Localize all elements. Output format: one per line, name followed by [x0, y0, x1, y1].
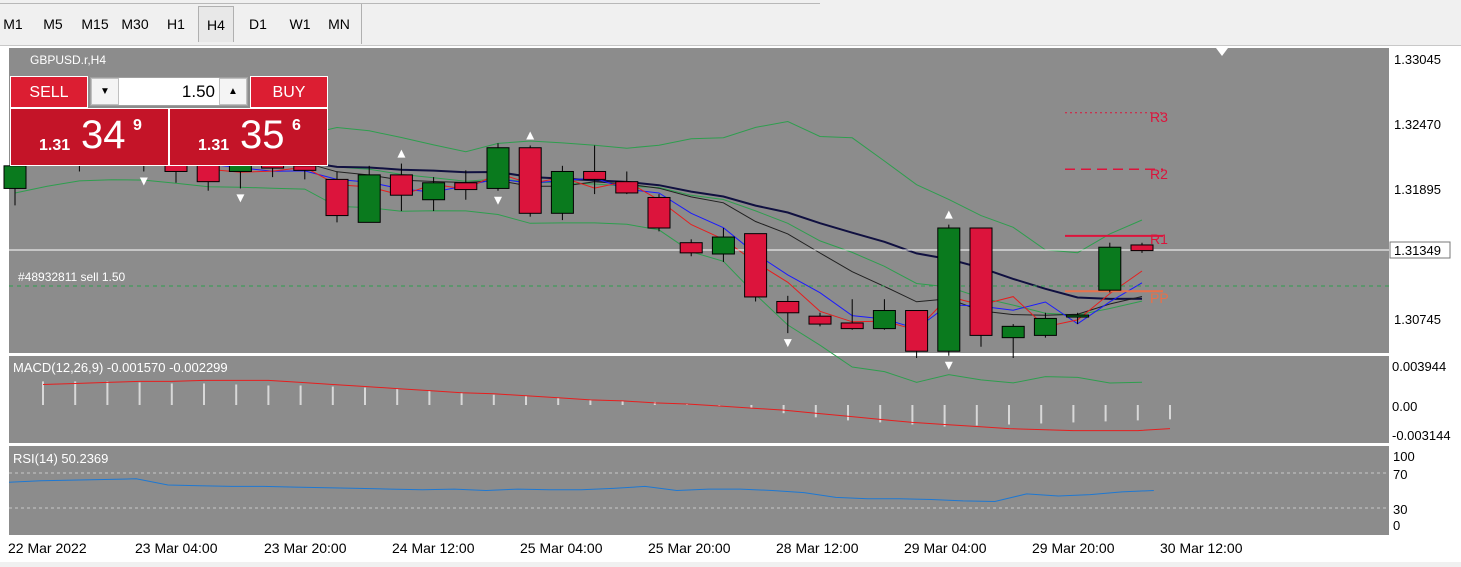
candle-body	[550, 170, 574, 214]
one-click-trading-panel: SELL ▼ ▲ BUY 1.31 34 9 1.31 35 6	[10, 76, 328, 166]
candle-body	[744, 233, 768, 298]
candle-body	[872, 310, 896, 330]
time-axis-label: 29 Mar 04:00	[904, 540, 987, 556]
price-axis-label: 1.30745	[1394, 312, 1441, 327]
volume-decrease-button[interactable]: ▼	[91, 78, 119, 105]
rsi-axis-label: 0	[1393, 518, 1400, 533]
timeframe-toolbar: M1 M5 M15 M30 H1 H4 D1 W1 MN	[0, 0, 1461, 46]
toolbar-top-border	[0, 0, 820, 4]
candle-body	[1001, 325, 1025, 339]
candle-body	[937, 227, 961, 352]
time-axis-label: 23 Mar 20:00	[264, 540, 347, 556]
macd-axis-label: -0.003144	[1392, 428, 1451, 443]
candle-body	[1066, 314, 1090, 318]
time-axis-label: 22 Mar 2022	[8, 540, 87, 556]
timeframe-h4[interactable]: H4	[198, 6, 234, 42]
candle-body	[840, 322, 864, 330]
sell-price-prefix: 1.31	[39, 137, 71, 154]
candle-body	[389, 174, 413, 196]
candle-body	[679, 242, 703, 254]
buy-price-prefix: 1.31	[198, 137, 230, 154]
time-axis-label: 25 Mar 04:00	[520, 540, 603, 556]
candle-body	[711, 236, 735, 255]
candle-body	[905, 310, 929, 352]
buy-price-fraction: 6	[292, 117, 301, 134]
pivot-label-r2: R2	[1150, 166, 1168, 182]
time-axis-label: 23 Mar 04:00	[135, 540, 218, 556]
candle-body	[196, 163, 220, 183]
buy-price-pips: 35	[240, 113, 285, 157]
sell-price-pips: 34	[81, 113, 126, 157]
current-price-label: 1.31349	[1394, 243, 1441, 258]
candle-body	[325, 178, 349, 217]
rsi-axis-label: 30	[1393, 502, 1407, 517]
volume-input[interactable]	[121, 80, 217, 103]
sell-button[interactable]: SELL	[10, 76, 88, 108]
time-axis-label: 29 Mar 20:00	[1032, 540, 1115, 556]
pivot-label-r1: R1	[1150, 231, 1168, 247]
macd-axis-label: 0.00	[1392, 399, 1417, 414]
candle-body	[1033, 317, 1057, 336]
rsi-axis-label: 70	[1393, 467, 1407, 482]
pivot-label-pp: PP	[1150, 290, 1169, 306]
candle-body	[969, 227, 993, 336]
time-axis-label: 25 Mar 20:00	[648, 540, 731, 556]
timeframe-mn[interactable]: MN	[324, 6, 354, 42]
toolbar-separator	[361, 4, 362, 44]
order-label: #48932811 sell 1.50	[18, 270, 126, 284]
candle-body	[357, 174, 381, 223]
candle-body	[647, 196, 671, 229]
candle-body	[1098, 246, 1122, 291]
chart-window[interactable]: GBPUSD.r,H4 #48932811 sell 1.50 R3 R2 R1…	[0, 46, 1461, 562]
volume-increase-button[interactable]: ▲	[219, 78, 247, 105]
time-axis-label: 28 Mar 12:00	[776, 540, 859, 556]
candle-body	[615, 181, 639, 194]
timeframe-m1[interactable]: M1	[2, 6, 24, 42]
timeframe-w1[interactable]: W1	[286, 6, 314, 42]
timeframe-m5[interactable]: M5	[39, 6, 67, 42]
price-axis-label: 1.32470	[1394, 117, 1441, 132]
timeframe-h1[interactable]: H1	[162, 6, 190, 42]
rsi-plot-area	[9, 446, 1389, 535]
sell-price-button[interactable]: 1.31 34 9	[10, 108, 169, 166]
price-axis-label: 1.31895	[1394, 182, 1441, 197]
timeframe-m15[interactable]: M15	[78, 6, 112, 42]
buy-price-button[interactable]: 1.31 35 6	[169, 108, 328, 166]
volume-box: ▼ ▲	[90, 77, 248, 106]
time-axis-label: 30 Mar 12:00	[1160, 540, 1243, 556]
timeframe-m30[interactable]: M30	[117, 6, 153, 42]
candle-body	[422, 182, 446, 201]
sell-price-fraction: 9	[133, 117, 142, 134]
candle-body	[808, 315, 832, 325]
pivot-label-r3: R3	[1150, 109, 1168, 125]
price-axis-label: 1.33045	[1394, 52, 1441, 67]
buy-button[interactable]: BUY	[250, 76, 328, 108]
rsi-label: RSI(14) 50.2369	[13, 451, 108, 466]
candle-body	[486, 147, 510, 189]
candle-body	[583, 170, 607, 180]
candle-body	[293, 165, 317, 171]
timeframe-d1[interactable]: D1	[244, 6, 272, 42]
candle-body	[454, 182, 478, 191]
candle-body	[776, 300, 800, 314]
candle-body	[518, 147, 542, 214]
candle-body	[3, 165, 27, 189]
macd-label: MACD(12,26,9) -0.001570 -0.002299	[13, 360, 228, 375]
symbol-label: GBPUSD.r,H4	[30, 53, 106, 67]
macd-axis-label: 0.003944	[1392, 359, 1446, 374]
time-axis-label: 24 Mar 12:00	[392, 540, 475, 556]
rsi-axis-label: 100	[1393, 449, 1415, 464]
